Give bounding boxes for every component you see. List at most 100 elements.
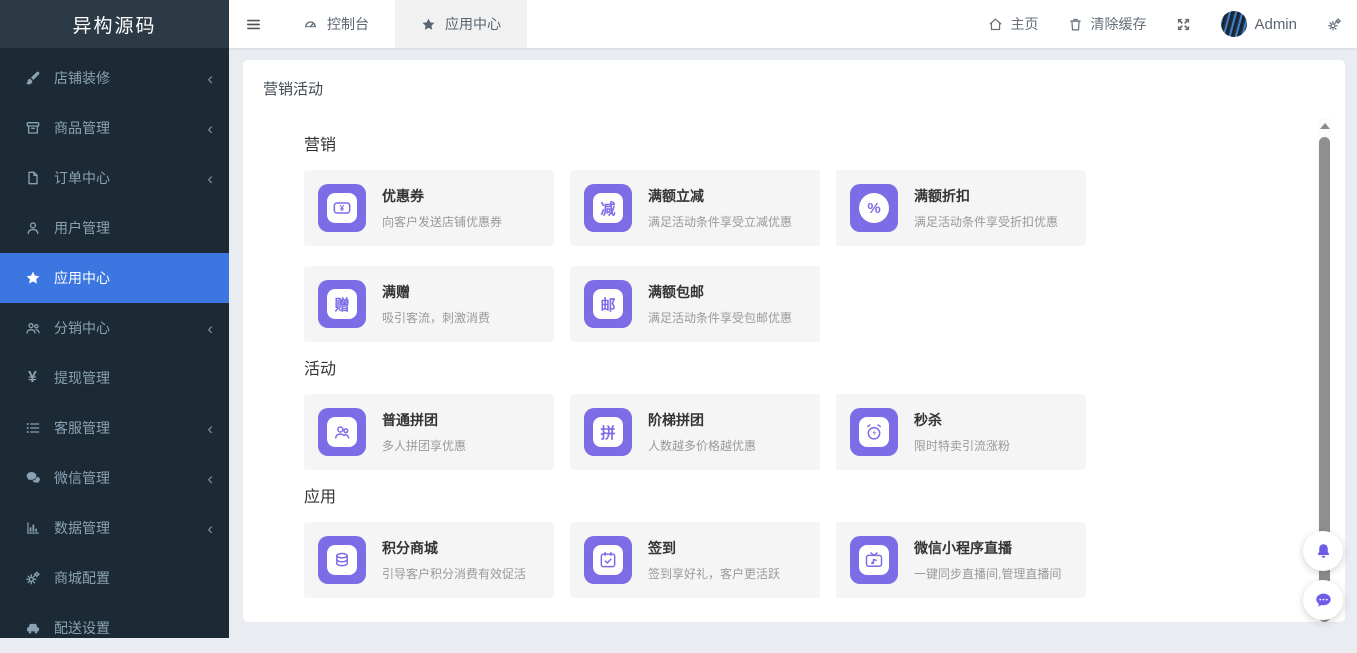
users-icon [24, 320, 41, 337]
floating-button[interactable] [1303, 531, 1343, 571]
app-card[interactable]: ¥ 优惠券 向客户发送店铺优惠券 [304, 170, 554, 246]
sidebar-item[interactable]: 用户管理 ‹ [0, 203, 229, 253]
app-card[interactable]: 赠 满赠 吸引客流，刺激消费 [304, 266, 554, 342]
star-icon [421, 17, 436, 32]
tile-text: 普通拼团 多人拼团享优惠 [382, 410, 466, 454]
settings-button[interactable] [1312, 0, 1357, 48]
chevron-left-icon: ‹ [207, 520, 213, 537]
sidebar-item[interactable]: 商品管理 ‹ [0, 103, 229, 153]
sidebar-item-label: 订单中心 [54, 168, 110, 188]
sidebar-item-label: 用户管理 [54, 218, 110, 238]
sidebar-item[interactable]: 微信管理 ‹ [0, 453, 229, 503]
orders-icon [24, 170, 41, 187]
scroll-up-arrow[interactable] [1320, 123, 1330, 129]
car-icon [24, 620, 41, 637]
avatar [1221, 11, 1247, 37]
app-card[interactable]: 微信小程序直播 一键同步直播间,管理直播间 [836, 522, 1086, 598]
sidebar-toggle-button[interactable] [229, 0, 277, 48]
fullscreen-button[interactable] [1161, 0, 1206, 48]
dashboard-icon [303, 17, 318, 32]
full-reduction-icon: 减 [584, 184, 632, 232]
sidebar-item[interactable]: 应用中心 ‹ [0, 253, 229, 303]
sidebar-item-label: 商品管理 [54, 118, 110, 138]
topbar-right: 主页 清除缓存 Admin [973, 0, 1357, 48]
app-card[interactable]: 邮 满额包邮 满足活动条件享受包邮优惠 [570, 266, 820, 342]
section-heading: 应用 [304, 488, 1086, 508]
username: Admin [1254, 16, 1297, 33]
sidebar-menu: 店铺装修 ‹ 商品管理 ‹ 订单中心 ‹ 用户管理 ‹ [0, 48, 229, 653]
clear-cache-link[interactable]: 清除缓存 [1053, 0, 1161, 48]
tile-text: 满赠 吸引客流，刺激消费 [382, 282, 490, 326]
hamburger-icon [245, 16, 262, 33]
card-description: 向客户发送店铺优惠券 [382, 213, 502, 230]
topbar-tab[interactable]: 应用中心 [395, 0, 527, 48]
sidebar-item[interactable]: 客服管理 ‹ [0, 403, 229, 453]
card-description: 一键同步直播间,管理直播间 [914, 565, 1061, 582]
topbar-tab[interactable]: 控制台 [277, 0, 395, 48]
card-description: 满足活动条件享受立减优惠 [648, 213, 792, 230]
app-card[interactable]: 积分商城 引导客户积分消费有效促活 [304, 522, 554, 598]
card-title: 阶梯拼团 [648, 410, 756, 430]
tile-text: 满额立减 满足活动条件享受立减优惠 [648, 186, 792, 230]
app-card[interactable]: 普通拼团 多人拼团享优惠 [304, 394, 554, 470]
discount-icon: % [850, 184, 898, 232]
home-label: 主页 [1010, 14, 1038, 34]
user-menu[interactable]: Admin [1206, 0, 1312, 48]
floating-button[interactable] [1303, 580, 1343, 620]
home-link[interactable]: 主页 [973, 0, 1053, 48]
card-title: 秒杀 [914, 410, 1010, 430]
sidebar-item[interactable]: 配送设置 ‹ [0, 603, 229, 653]
gift-icon: 赠 [318, 280, 366, 328]
app-card[interactable]: % 满额折扣 满足活动条件享受折扣优惠 [836, 170, 1086, 246]
app-card[interactable]: 签到 签到享好礼，客户更活跃 [570, 522, 820, 598]
sidebar-item[interactable]: 订单中心 ‹ [0, 153, 229, 203]
sections: 营销 ¥ 优惠券 向客户发送店铺优惠券 减 [304, 136, 1086, 616]
sidebar-item[interactable]: 分销中心 ‹ [0, 303, 229, 353]
star-icon [24, 270, 41, 287]
app-card[interactable]: 秒杀 限时特卖引流涨粉 [836, 394, 1086, 470]
page-title: 营销活动 [263, 78, 323, 99]
card-section: 应用 积分商城 引导客户积分消费有效促活 [304, 488, 1086, 598]
sign-in-icon [584, 536, 632, 584]
bell-icon [1314, 542, 1333, 561]
products-icon [24, 120, 41, 137]
sidebar-item[interactable]: ¥ 提现管理 ‹ [0, 353, 229, 403]
card-description: 签到享好礼，客户更活跃 [648, 565, 780, 582]
sidebar-item[interactable]: 商城配置 ‹ [0, 553, 229, 603]
tab-label: 控制台 [327, 14, 369, 34]
gears-icon [24, 570, 41, 587]
floating-buttons [1303, 531, 1343, 620]
card-grid: 普通拼团 多人拼团享优惠 拼 阶梯拼团 人数越多价格越优惠 [304, 394, 1086, 470]
tile-text: 签到 签到享好礼，客户更活跃 [648, 538, 780, 582]
card-title: 满额折扣 [914, 186, 1058, 206]
card-description: 吸引客流，刺激消费 [382, 309, 490, 326]
seckill-icon [850, 408, 898, 456]
sidebar-item-label: 店铺装修 [54, 68, 110, 88]
gears-icon [1327, 17, 1342, 32]
card-description: 引导客户积分消费有效促活 [382, 565, 526, 582]
card-title: 满额包邮 [648, 282, 792, 302]
home-icon [988, 17, 1003, 32]
sidebar-item-label: 数据管理 [54, 518, 110, 538]
sidebar: 异构源码 店铺装修 ‹ 商品管理 ‹ 订单中心 ‹ 用户管理 [0, 0, 229, 638]
app-card[interactable]: 拼 阶梯拼团 人数越多价格越优惠 [570, 394, 820, 470]
group-buy-icon [318, 408, 366, 456]
chevron-left-icon: ‹ [207, 320, 213, 337]
yen-icon: ¥ [24, 370, 41, 387]
trash-icon [1068, 17, 1083, 32]
sidebar-item[interactable]: 数据管理 ‹ [0, 503, 229, 553]
card-title: 普通拼团 [382, 410, 466, 430]
chevron-left-icon: ‹ [207, 420, 213, 437]
coupon-icon: ¥ [318, 184, 366, 232]
user-icon [24, 220, 41, 237]
chevron-left-icon: ‹ [207, 170, 213, 187]
sidebar-item-label: 应用中心 [54, 268, 110, 288]
sidebar-item[interactable]: 店铺装修 ‹ [0, 53, 229, 103]
app-card[interactable]: 减 满额立减 满足活动条件享受立减优惠 [570, 170, 820, 246]
card-description: 满足活动条件享受包邮优惠 [648, 309, 792, 326]
chevron-left-icon: ‹ [207, 470, 213, 487]
card-description: 人数越多价格越优惠 [648, 437, 756, 454]
brush-icon [24, 70, 41, 87]
section-heading: 活动 [304, 360, 1086, 380]
card-description: 满足活动条件享受折扣优惠 [914, 213, 1058, 230]
